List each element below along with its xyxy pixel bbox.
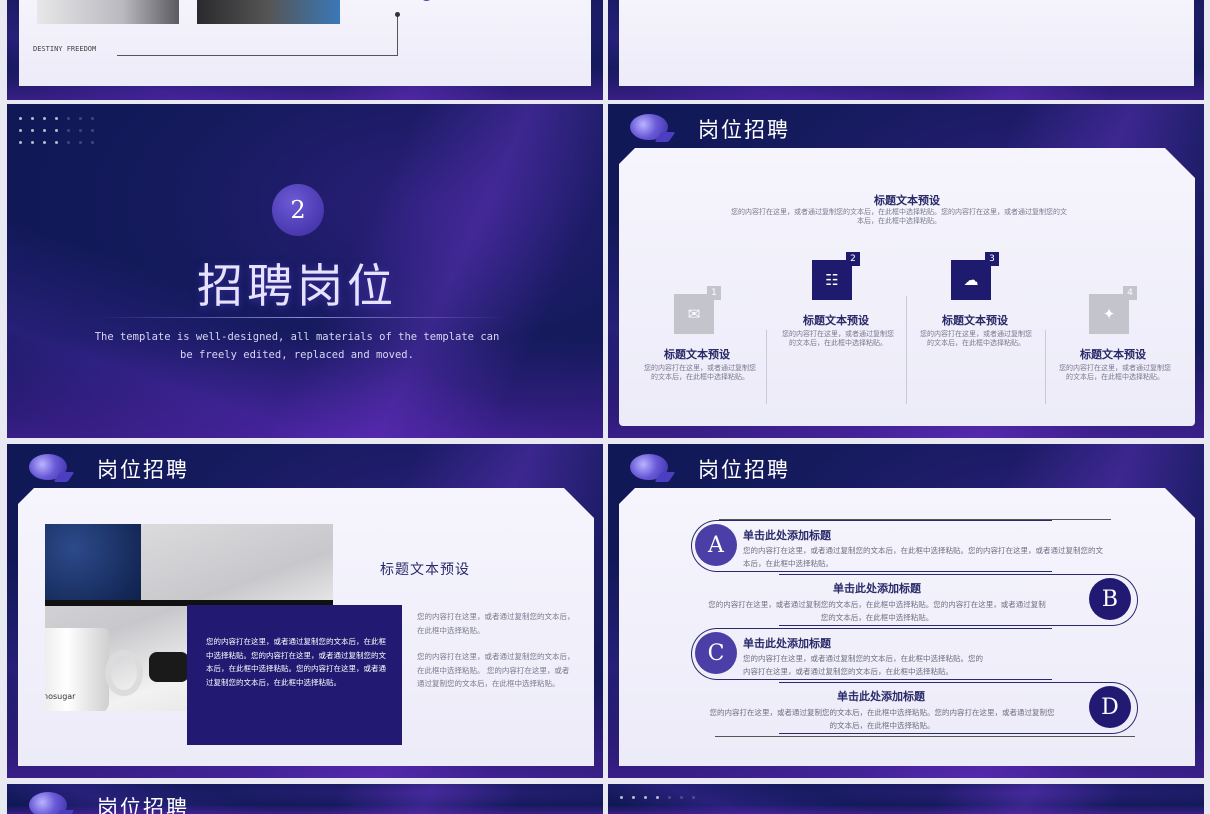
content-panel: 标题文本预设 您的内容打在这里，或者通过复制您的文本后，在此框中选择粘贴。您的内… [619,148,1195,426]
circle-icon [421,0,432,1]
footer-text: DESTINY FREEDOM [33,45,97,53]
card4-text: 您的内容打在这里，或者通过复制您的文本后，在此框中选择粘贴。 [1059,364,1171,381]
slide-top-right[interactable] [608,0,1204,100]
card2-text: 您的内容打在这里，或者通过复制您的文本后，在此框中选择粘贴。 [782,330,894,347]
content-panel: A 单击此处添加标题 您的内容打在这里，或者通过复制您的文本后，在此框中选择粘贴… [619,488,1195,766]
section-subtitle-1: The template is well-designed, all mater… [94,331,500,343]
section-number: 2 [290,196,306,224]
footer-line [117,55,397,56]
cloud-wifi-icon: ☁ [963,271,979,289]
slide-cards[interactable]: 岗位招聘 标题文本预设 您的内容打在这里，或者通过复制您的文本后，在此框中选择粘… [608,104,1204,438]
item-d-circle: D [1089,686,1131,728]
card3-text: 您的内容打在这里，或者通过复制您的文本后，在此框中选择粘贴。 [920,330,1032,347]
top-text: 您的内容打在这里，或者通过复制您的文本后，在此框中选择粘贴。您的内容打在这里，或… [731,208,1067,225]
monitor-screen [45,524,141,604]
photo-thumbnail-2 [197,0,340,24]
slide-top-left[interactable]: DESTINY FREEDOM [7,0,603,100]
paragraph-1: 您的内容打在这里，或者通过复制您的文本后，在此框中选择粘贴。 [417,612,575,635]
cup-handle [105,650,143,696]
speech-bubble-icon [29,454,67,480]
dot-grid [19,117,103,144]
card3-title: 标题文本预设 [942,314,1008,327]
slide-header-title: 岗位招聘 [97,458,189,482]
text-box-content: 您的内容打在这里，或者通过复制您的文本后，在此框中选择粘贴。您的内容打在这里，或… [206,637,386,687]
card4-icon-box: ✦ [1089,294,1129,334]
card3-number: 3 [985,252,999,266]
item-c-circle: C [695,632,737,674]
target-icon: ✦ [1102,305,1116,323]
item-b-title: 单击此处添加标题 [833,582,921,595]
item-c-text: 您的内容打在这里，或者通过复制您的文本后，在此框中选择粘贴。您的内容打在这里，或… [743,654,983,676]
card1-number: 1 [707,286,721,300]
item-a-text: 您的内容打在这里，或者通过复制您的文本后，在此框中选择粘贴。您的内容打在这里，或… [743,546,1103,568]
phone [149,652,189,682]
slide-list[interactable]: 岗位招聘 A 单击此处添加标题 您的内容打在这里，或者通过复制您的文本后，在此框… [608,444,1204,778]
slide-bottom-right[interactable] [608,784,1204,814]
item-c-title: 单击此处添加标题 [743,637,831,650]
item-b-text: 您的内容打在这里，或者通过复制您的文本后，在此框中选择粘贴。您的内容打在这里，或… [708,600,1046,622]
section-title: 招聘岗位 [197,259,397,313]
connector-dot [395,12,400,17]
cup-label: nosugar [45,692,76,701]
card4-title: 标题文本预设 [1080,348,1146,361]
content-panel: nosugar 您的内容打在这里，或者通过复制您的文本后，在此框中选择粘贴。您的… [18,488,594,766]
item-d-title: 单击此处添加标题 [837,690,925,703]
item-b-circle: B [1089,578,1131,620]
bottom-line [715,736,1135,737]
section-number-circle: 2 [272,184,324,236]
divider-1 [766,330,767,404]
divider-3 [1045,330,1046,404]
speech-bubble-icon [630,454,668,480]
slide-panel: DESTINY FREEDOM [19,0,591,86]
card2-number: 2 [846,252,860,266]
card2-title: 标题文本预设 [803,314,869,327]
item-a-title: 单击此处添加标题 [743,529,831,542]
item-a-circle: A [695,524,737,566]
footer-connector [397,14,398,56]
paragraph-2: 您的内容打在这里，或者通过复制您的文本后，在此框中选择粘贴。 您的内容打在这里，… [417,652,575,688]
slide-header-title: 岗位招聘 [97,796,189,814]
social-icons [391,0,481,2]
divider-2 [906,296,907,404]
mail-icon: ✉ [687,305,701,323]
card4-number: 4 [1123,286,1137,300]
card2-icon-box: ☷ [812,260,852,300]
slide-header-title: 岗位招聘 [698,458,790,482]
item-d-text: 您的内容打在这里，或者通过复制您的文本后，在此框中选择粘贴。您的内容打在这里，或… [709,708,1055,730]
dot-grid [620,796,704,799]
text-box: 您的内容打在这里，或者通过复制您的文本后，在此框中选择粘贴。您的内容打在这里，或… [187,605,402,745]
photo-thumbnail-1 [37,0,179,24]
card3-icon-box: ☁ [951,260,991,300]
speech-bubble-icon [630,114,668,140]
speech-bubble-icon [29,792,67,814]
slide-section[interactable]: 2 招聘岗位 The template is well-designed, al… [7,104,603,438]
top-title: 标题文本预设 [874,194,940,207]
slide-photo[interactable]: 岗位招聘 nosugar 您的内容打在这里，或者通过复制您的文本后，在此框中选择… [7,444,603,778]
slide-header-title: 岗位招聘 [698,118,790,142]
card1-icon-box: ✉ [674,294,714,334]
slide-bottom-left[interactable]: 岗位招聘 [7,784,603,814]
section-subtitle-2: be freely edited, replaced and moved. [180,349,414,361]
card1-title: 标题文本预设 [664,348,730,361]
section-divider [97,317,507,318]
card1-text: 您的内容打在这里，或者通过复制您的文本后，在此框中选择粘贴。 [644,364,756,381]
photo-slide-title: 标题文本预设 [380,562,470,578]
hierarchy-icon: ☷ [825,271,839,289]
slide-panel [619,0,1194,86]
